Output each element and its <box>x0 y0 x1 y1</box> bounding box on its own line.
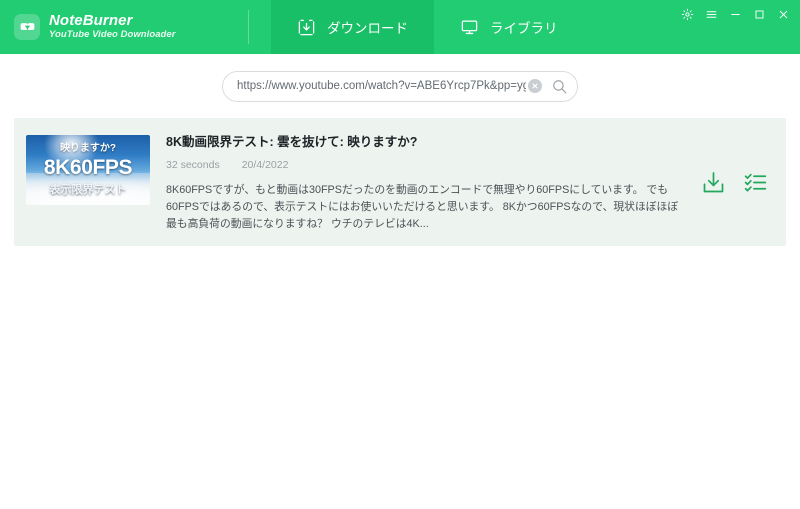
video-description: 8K60FPSですが、もと動画は30FPSだったのを動画のエンコードで無理やり6… <box>166 184 679 230</box>
header-divider <box>248 10 249 44</box>
video-thumbnail[interactable]: 映りますか? 8K60FPS 表示限界テスト <box>26 135 150 205</box>
download-tray-icon <box>297 18 316 37</box>
thumbnail-line2: 8K60FPS <box>43 156 133 179</box>
video-info: 8K動画限界テスト: 雲を抜けて: 映りますか? 32 seconds 20/4… <box>150 132 700 232</box>
minimize-icon[interactable] <box>724 3 746 25</box>
app-tagline: YouTube Video Downloader <box>49 29 176 41</box>
results-area: 映りますか? 8K60FPS 表示限界テスト 8K動画限界テスト: 雲を抜けて:… <box>0 118 800 247</box>
hamburger-icon[interactable] <box>700 3 722 25</box>
video-date: 20/4/2022 <box>241 159 289 172</box>
app-name: NoteBurner <box>49 12 133 30</box>
window-controls <box>676 0 794 28</box>
video-result-card[interactable]: 映りますか? 8K60FPS 表示限界テスト 8K動画限界テスト: 雲を抜けて:… <box>14 118 786 247</box>
brand-text: NoteBurner YouTube Video Downloader <box>49 12 176 41</box>
header-tabs: ダウンロード ライブラリ <box>271 0 584 54</box>
brand-area: NoteBurner YouTube Video Downloader <box>0 0 248 54</box>
video-actions <box>700 169 786 196</box>
gear-icon[interactable] <box>676 3 698 25</box>
select-format-button[interactable] <box>743 170 768 195</box>
download-button[interactable] <box>700 169 727 196</box>
search-box[interactable] <box>222 70 578 102</box>
clear-circle-icon[interactable] <box>528 79 542 93</box>
tab-download[interactable]: ダウンロード <box>271 0 434 54</box>
video-duration: 32 seconds <box>166 159 220 172</box>
tab-download-label: ダウンロード <box>327 21 408 36</box>
search-input[interactable] <box>237 80 526 92</box>
tab-library-label: ライブラリ <box>490 21 558 36</box>
search-icon[interactable] <box>551 78 568 95</box>
app-header: NoteBurner YouTube Video Downloader ダウンロ… <box>0 0 800 54</box>
close-icon[interactable] <box>772 3 794 25</box>
app-logo-icon <box>14 14 40 40</box>
empty-area <box>0 246 800 467</box>
search-zone <box>0 54 800 118</box>
thumbnail-line1: 映りますか? <box>59 143 117 154</box>
video-title: 8K動画限界テスト: 雲を抜けて: 映りますか? <box>166 135 418 149</box>
maximize-icon[interactable] <box>748 3 770 25</box>
video-meta: 32 seconds 20/4/2022 <box>166 159 682 171</box>
thumbnail-line3: 表示限界テスト <box>49 184 127 196</box>
monitor-icon <box>460 18 479 37</box>
tab-library[interactable]: ライブラリ <box>434 0 584 54</box>
